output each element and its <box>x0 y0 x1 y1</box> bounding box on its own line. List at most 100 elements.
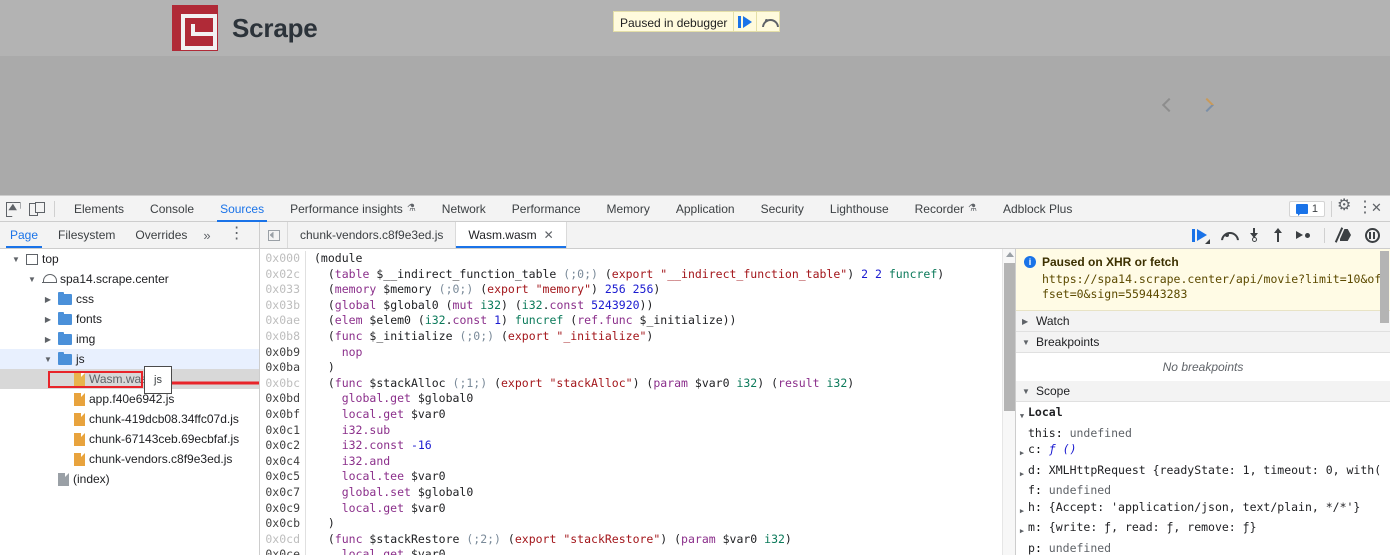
step-out-button[interactable] <box>1272 228 1284 242</box>
pause-on-exceptions-button[interactable] <box>1365 228 1380 243</box>
code-address-gutter[interactable]: 0x0c7 <box>260 485 306 501</box>
close-icon[interactable]: ✕ <box>544 228 554 242</box>
banner-resume-button[interactable] <box>733 12 756 31</box>
inspect-element-button[interactable] <box>0 198 24 220</box>
twisty-collapsed-icon[interactable] <box>42 315 54 324</box>
code-line[interactable]: 0x0c7 global.set $global0 <box>260 485 1015 501</box>
code-line[interactable]: 0x0c5 local.tee $var0 <box>260 469 1015 485</box>
navigator-tab-page[interactable]: Page <box>0 222 48 248</box>
navigator-more-tabs-button[interactable]: » <box>197 222 216 248</box>
editor-tab-wasm[interactable]: Wasm.wasm ✕ <box>456 222 566 248</box>
code-line[interactable]: 0x033 (memory $memory (;0;) (export "mem… <box>260 282 1015 298</box>
code-line[interactable]: 0x0c1 i32.sub <box>260 423 1015 439</box>
code-line[interactable]: 0x0ba ) <box>260 360 1015 376</box>
step-over-button[interactable] <box>1220 229 1236 242</box>
tab-lighthouse[interactable]: Lighthouse <box>817 196 902 222</box>
tree-item-chunk-67143ceb-69ecbfaf-js[interactable]: chunk-67143ceb.69ecbfaf.js <box>0 429 259 449</box>
gear-icon[interactable] <box>1338 202 1352 216</box>
tab-memory[interactable]: Memory <box>594 196 663 222</box>
section-header-scope[interactable]: ▼ Scope <box>1016 381 1390 402</box>
scope-variable-f[interactable]: f: undefined <box>1016 482 1390 499</box>
code-line[interactable]: 0x0cb ) <box>260 516 1015 532</box>
code-address-gutter[interactable]: 0x0c1 <box>260 423 306 439</box>
file-navigator-tree[interactable]: topspa14.scrape.centercssfontsimgjsWasm.… <box>0 249 260 555</box>
code-line[interactable]: 0x03b (global $global0 (mut i32) (i32.co… <box>260 298 1015 314</box>
scroll-up-icon[interactable] <box>1006 252 1014 257</box>
scope-variable-h[interactable]: ▶h: {Accept: 'application/json, text/pla… <box>1016 499 1390 520</box>
resume-script-execution-button[interactable] <box>1192 229 1208 242</box>
tab-recorder[interactable]: Recorder⚗ <box>902 196 990 222</box>
twisty-collapsed-icon[interactable] <box>42 335 54 344</box>
chevron-right-icon[interactable]: ▶ <box>1016 441 1028 462</box>
code-line[interactable]: 0x02c (table $__indirect_function_table … <box>260 267 1015 283</box>
tab-elements[interactable]: Elements <box>61 196 137 222</box>
tab-security[interactable]: Security <box>748 196 817 222</box>
twisty-expanded-icon[interactable] <box>42 355 54 364</box>
tree-item-index[interactable]: (index) <box>0 469 259 489</box>
tree-item-chunk-419dcb08-34ffc07d-js[interactable]: chunk-419dcb08.34ffc07d.js <box>0 409 259 429</box>
code-address-gutter[interactable]: 0x0bf <box>260 407 306 423</box>
scope-variable-c[interactable]: ▶c: ƒ () <box>1016 441 1390 462</box>
code-address-gutter[interactable]: 0x0c5 <box>260 469 306 485</box>
tree-item-spa14-scrape-center[interactable]: spa14.scrape.center <box>0 269 259 289</box>
code-address-gutter[interactable]: 0x0c4 <box>260 454 306 470</box>
chevron-left-icon[interactable] <box>1162 96 1174 114</box>
code-line[interactable]: 0x0c2 i32.const -16 <box>260 438 1015 454</box>
chevron-right-icon[interactable] <box>1200 96 1212 114</box>
code-line[interactable]: 0x0ae (elem $elem0 (i32.const 1) funcref… <box>260 313 1015 329</box>
code-address-gutter[interactable]: 0x0ba <box>260 360 306 376</box>
code-line[interactable]: 0x000(module <box>260 251 1015 267</box>
collapse-navigator-button[interactable] <box>260 222 288 248</box>
tab-console[interactable]: Console <box>137 196 207 222</box>
code-line[interactable]: 0x0bd global.get $global0 <box>260 391 1015 407</box>
tree-item-img[interactable]: img <box>0 329 259 349</box>
code-line[interactable]: 0x0b9 nop <box>260 345 1015 361</box>
sidebar-vertical-scrollbar[interactable] <box>1380 249 1390 555</box>
step-into-button[interactable] <box>1248 228 1260 242</box>
tree-item-app-f40e6942-js[interactable]: app.f40e6942.js <box>0 389 259 409</box>
console-message-count-badge[interactable]: 1 <box>1289 201 1325 217</box>
code-address-gutter[interactable]: 0x0c2 <box>260 438 306 454</box>
tab-performance[interactable]: Performance <box>499 196 594 222</box>
tree-item-top[interactable]: top <box>0 249 259 269</box>
scrollbar-thumb[interactable] <box>1380 251 1389 323</box>
chevron-down-icon[interactable]: ▼ <box>1016 404 1028 425</box>
section-header-watch[interactable]: ▶ Watch <box>1016 311 1390 332</box>
tab-adblock-plus[interactable]: Adblock Plus <box>990 196 1085 222</box>
code-address-gutter[interactable]: 0x0b9 <box>260 345 306 361</box>
wasm-code-editor[interactable]: 0x000(module0x02c (table $__indirect_fun… <box>260 249 1015 555</box>
step-button[interactable] <box>1296 229 1312 241</box>
code-address-gutter[interactable]: 0x000 <box>260 251 306 267</box>
scope-group-local[interactable]: ▼Local <box>1016 404 1390 425</box>
code-address-gutter[interactable]: 0x03b <box>260 298 306 314</box>
code-address-gutter[interactable]: 0x0bd <box>260 391 306 407</box>
code-address-gutter[interactable]: 0x033 <box>260 282 306 298</box>
chevron-right-icon[interactable]: ▶ <box>1016 462 1028 483</box>
section-header-breakpoints[interactable]: ▼ Breakpoints <box>1016 332 1390 353</box>
tree-item-chunk-vendors-c8f9e3ed-js[interactable]: chunk-vendors.c8f9e3ed.js <box>0 449 259 469</box>
scope-variables-list[interactable]: ▼Localthis: undefined▶c: ƒ ()▶d: XMLHttp… <box>1016 402 1390 555</box>
code-address-gutter[interactable]: 0x0ae <box>260 313 306 329</box>
tree-item-wasm-wasm[interactable]: Wasm.wasmjs <box>0 369 259 389</box>
tab-sources[interactable]: Sources <box>207 196 277 222</box>
code-line[interactable]: 0x0cd (func $stackRestore (;2;) (export … <box>260 532 1015 548</box>
code-line[interactable]: 0x0b8 (func $_initialize (;0;) (export "… <box>260 329 1015 345</box>
code-line[interactable]: 0x0bc (func $stackAlloc (;1;) (export "s… <box>260 376 1015 392</box>
close-icon[interactable] <box>1368 201 1386 217</box>
code-address-gutter[interactable]: 0x02c <box>260 267 306 283</box>
twisty-expanded-icon[interactable] <box>10 255 22 264</box>
code-line[interactable]: 0x0bf local.get $var0 <box>260 407 1015 423</box>
twisty-expanded-icon[interactable] <box>26 275 38 284</box>
code-address-gutter[interactable]: 0x0cb <box>260 516 306 532</box>
editor-tab-chunk-vendors[interactable]: chunk-vendors.c8f9e3ed.js <box>288 222 456 248</box>
navigator-tab-filesystem[interactable]: Filesystem <box>48 222 125 248</box>
tree-item-js[interactable]: js <box>0 349 259 369</box>
chevron-right-icon[interactable]: ▶ <box>1016 519 1028 540</box>
code-address-gutter[interactable]: 0x0bc <box>260 376 306 392</box>
code-line[interactable]: 0x0c4 i32.and <box>260 454 1015 470</box>
tree-item-fonts[interactable]: fonts <box>0 309 259 329</box>
tab-network[interactable]: Network <box>429 196 499 222</box>
tab-application[interactable]: Application <box>663 196 748 222</box>
navigator-tab-overrides[interactable]: Overrides <box>125 222 197 248</box>
toggle-device-toolbar-button[interactable] <box>24 198 48 220</box>
